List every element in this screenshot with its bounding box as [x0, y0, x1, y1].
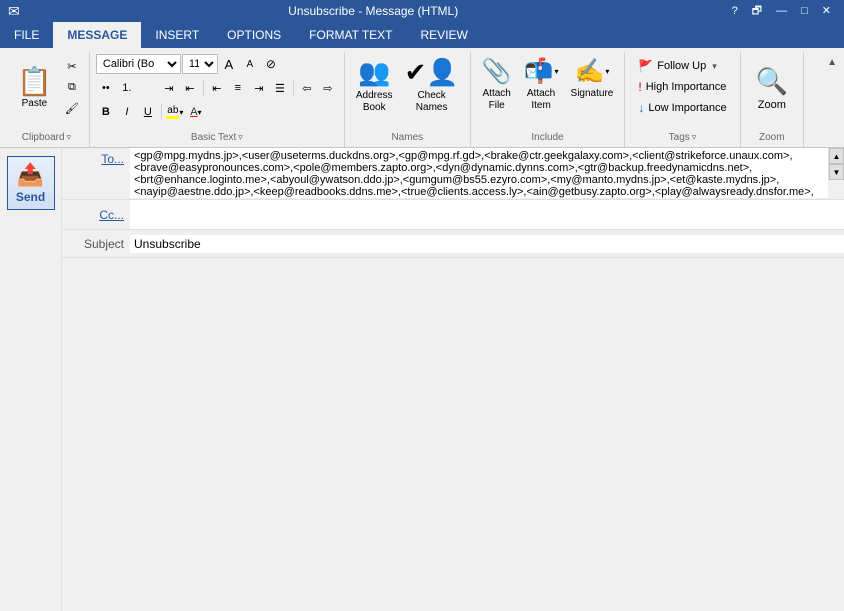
check-names-icon: ✔👤: [405, 57, 459, 88]
basic-text-expander[interactable]: ▿: [238, 132, 243, 143]
to-input[interactable]: <gp@mpg.mydns.jp>,<user@useterms.duckdns…: [130, 148, 828, 198]
close-button[interactable]: ✕: [817, 5, 836, 18]
help-button[interactable]: ?: [727, 5, 743, 18]
signature-button[interactable]: ✍ ▾ Signature: [566, 54, 619, 122]
tab-insert[interactable]: INSERT: [141, 22, 213, 48]
names-group: 👥 AddressBook ✔👤 CheckNames Names: [345, 52, 471, 147]
tab-options[interactable]: OPTIONS: [213, 22, 295, 48]
clipboard-expander[interactable]: ▿: [67, 132, 72, 143]
font-row: Calibri (Bo 11 8 9 10 12 14 16 18 20 24 …: [96, 54, 281, 74]
signature-icon: ✍: [574, 57, 604, 86]
maximize-button[interactable]: □: [796, 5, 813, 18]
attach-item-arrow: ▾: [555, 67, 559, 76]
compose-inner: 📤 Send To... <gp@mpg.mydns.jp>,<user@use…: [0, 148, 844, 611]
font-family-select[interactable]: Calibri (Bo: [96, 54, 181, 74]
cut-button[interactable]: ✂: [61, 56, 83, 76]
subject-label: Subject: [62, 237, 130, 251]
numbering-button[interactable]: 1.: [117, 78, 137, 98]
attach-file-icon: 📎: [482, 57, 512, 86]
send-area: 📤 Send: [0, 148, 62, 611]
list-row: •• 1. ⇥ ⇤ ⇤ ≡ ⇥ ☰ ⇦ ⇨: [96, 78, 338, 98]
tab-format-text[interactable]: FORMAT TEXT: [295, 22, 406, 48]
scrollbar-down-button[interactable]: ▼: [829, 164, 844, 180]
include-group: 📎 AttachFile 📬 ▾ AttachItem ✍ ▾ Signatur…: [471, 52, 626, 147]
attach-item-button[interactable]: 📬 ▾ AttachItem: [519, 54, 564, 122]
follow-up-item[interactable]: 🚩 Follow Up ▾: [631, 56, 733, 76]
rtl-button[interactable]: ⇦: [297, 78, 317, 98]
to-row: To... <gp@mpg.mydns.jp>,<user@useterms.d…: [62, 148, 844, 200]
tags-list: 🚩 Follow Up ▾ ! High Importance ↓ Low Im…: [631, 56, 733, 118]
cc-button[interactable]: Cc...: [99, 208, 124, 222]
copy-button[interactable]: ⧉: [61, 77, 83, 97]
to-button[interactable]: To...: [101, 152, 124, 166]
zoom-icon: 🔍: [756, 66, 788, 97]
styles-button[interactable]: [138, 78, 158, 98]
cc-input[interactable]: [130, 200, 844, 229]
clipboard-group: 📋 Paste ✂ ⧉ 🖌 Clipboard ▿: [4, 52, 90, 147]
follow-up-icon: 🚩: [638, 59, 653, 73]
zoom-group: 🔍 Zoom Zoom: [741, 52, 804, 147]
font-size-select[interactable]: 11 8 9 10 12 14 16 18 20 24: [182, 54, 218, 74]
ribbon-collapse-button[interactable]: ▲: [824, 56, 840, 69]
tags-group: 🚩 Follow Up ▾ ! High Importance ↓ Low Im…: [625, 52, 740, 147]
send-icon: 📤: [17, 162, 44, 188]
paste-button[interactable]: 📋 Paste: [10, 54, 59, 122]
high-importance-item[interactable]: ! High Importance: [631, 77, 733, 97]
window-title: Unsubscribe - Message (HTML): [20, 4, 727, 18]
send-button[interactable]: 📤 Send: [7, 156, 55, 210]
scrollbar-up-button[interactable]: ▲: [829, 148, 844, 164]
address-book-icon: 👥: [358, 57, 390, 88]
align-right-button[interactable]: ⇥: [249, 78, 269, 98]
tab-file[interactable]: FILE: [0, 22, 53, 48]
low-importance-item[interactable]: ↓ Low Importance: [631, 98, 733, 118]
ribbon-tabs: FILE MESSAGE INSERT OPTIONS FORMAT TEXT …: [0, 22, 844, 48]
to-label-area: To...: [62, 148, 130, 166]
paste-icon: 📋: [17, 68, 52, 96]
body-area[interactable]: [62, 258, 844, 611]
justify-button[interactable]: ☰: [270, 78, 290, 98]
tags-expander[interactable]: ▿: [692, 132, 697, 143]
highlight-button[interactable]: ab ▾: [165, 102, 185, 122]
attach-item-icon: 📬: [524, 57, 554, 86]
ltr-button[interactable]: ⇨: [318, 78, 338, 98]
bullets-button[interactable]: ••: [96, 78, 116, 98]
basic-text-group: Calibri (Bo 11 8 9 10 12 14 16 18 20 24 …: [90, 52, 345, 147]
italic-button[interactable]: I: [117, 102, 137, 122]
check-names-button[interactable]: ✔👤 CheckNames: [400, 54, 464, 122]
low-importance-icon: ↓: [638, 101, 644, 115]
decrease-indent-button[interactable]: ⇤: [180, 78, 200, 98]
to-scrollbar: ▲ ▼: [828, 148, 844, 180]
align-center-button[interactable]: ≡: [228, 78, 248, 98]
clear-format-button[interactable]: ⊘: [261, 54, 281, 74]
signature-arrow: ▾: [605, 67, 609, 76]
underline-button[interactable]: U: [138, 102, 158, 122]
increase-indent-button[interactable]: ⇥: [159, 78, 179, 98]
title-bar: ✉ Unsubscribe - Message (HTML) ? 🗗 — □ ✕: [0, 0, 844, 22]
minimize-button[interactable]: —: [771, 5, 792, 18]
subject-row: Subject: [62, 230, 844, 258]
align-left-button[interactable]: ⇤: [207, 78, 227, 98]
format-row: B I U ab ▾ A ▾: [96, 102, 206, 122]
high-importance-icon: !: [638, 80, 641, 94]
clipboard-small-buttons: ✂ ⧉ 🖌: [61, 56, 83, 118]
format-painter-button[interactable]: 🖌: [61, 98, 83, 118]
ribbon: 📋 Paste ✂ ⧉ 🖌 Clipboard ▿ Calibri (Bo 11: [0, 48, 844, 148]
bold-button[interactable]: B: [96, 102, 116, 122]
cc-label-area: Cc...: [62, 200, 130, 229]
address-book-button[interactable]: 👥 AddressBook: [351, 54, 398, 122]
compose-fields: To... <gp@mpg.mydns.jp>,<user@useterms.d…: [62, 148, 844, 611]
cc-row: Cc...: [62, 200, 844, 230]
tab-review[interactable]: REVIEW: [407, 22, 482, 48]
restore-down-button[interactable]: 🗗: [747, 5, 767, 18]
shrink-font-button[interactable]: A: [240, 54, 260, 74]
zoom-button[interactable]: 🔍 Zoom: [747, 54, 797, 122]
grow-font-button[interactable]: A: [219, 54, 239, 74]
compose-layout: 📤 Send To... <gp@mpg.mydns.jp>,<user@use…: [0, 148, 844, 611]
follow-up-dropdown[interactable]: ▾: [710, 60, 719, 73]
tab-message[interactable]: MESSAGE: [53, 22, 141, 48]
attach-file-button[interactable]: 📎 AttachFile: [477, 54, 517, 122]
subject-input[interactable]: [130, 235, 844, 253]
font-color-button[interactable]: A ▾: [186, 102, 206, 122]
